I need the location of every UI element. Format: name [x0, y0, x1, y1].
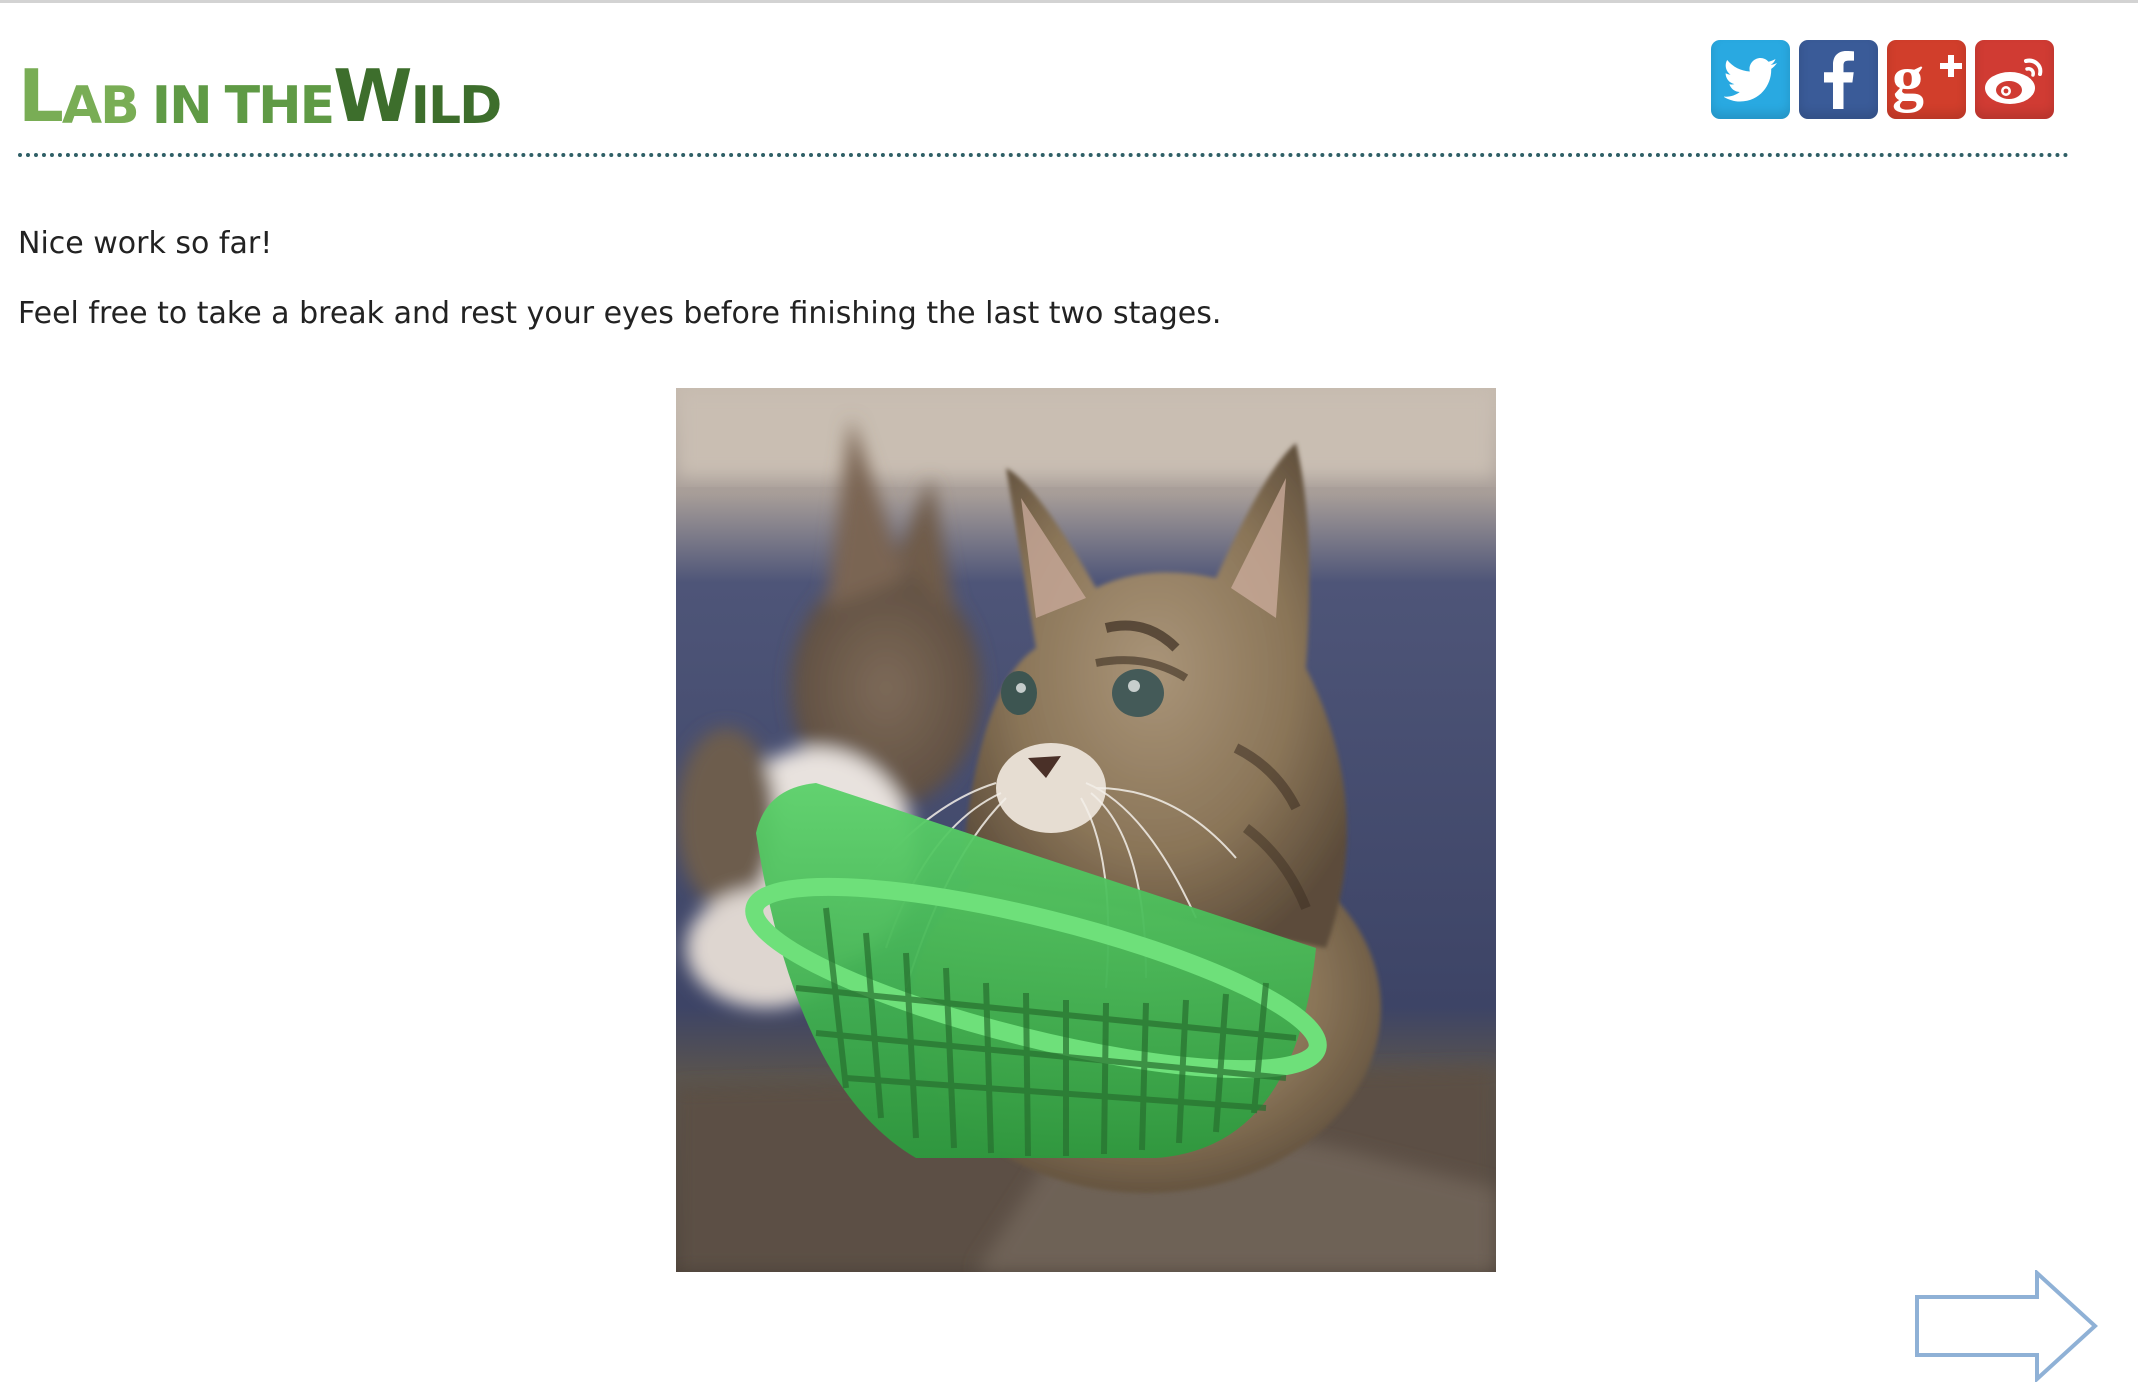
labinthewild-logo[interactable]: L AB IN THE W ILD [18, 52, 502, 132]
next-arrow-button[interactable] [1914, 1268, 2100, 1384]
top-border [0, 0, 2138, 3]
header-divider [18, 153, 2070, 157]
weibo-icon [1982, 52, 2048, 108]
social-share-bar: g [1711, 40, 2054, 119]
facebook-icon [1823, 50, 1854, 109]
right-arrow-icon [1914, 1268, 2100, 1386]
google-plus-icon: g [1890, 47, 1964, 113]
facebook-share-button[interactable] [1799, 40, 1878, 119]
svg-text:g: g [1892, 47, 1924, 113]
google-plus-share-button[interactable]: g [1887, 40, 1966, 119]
weibo-share-button[interactable] [1975, 40, 2054, 119]
kittens-in-basket-photo [676, 388, 1496, 1272]
break-instructions: Feel free to take a break and rest your … [18, 296, 1222, 331]
encouragement-message: Nice work so far! [18, 226, 273, 261]
twitter-icon [1723, 57, 1778, 103]
twitter-share-button[interactable] [1711, 40, 1790, 119]
